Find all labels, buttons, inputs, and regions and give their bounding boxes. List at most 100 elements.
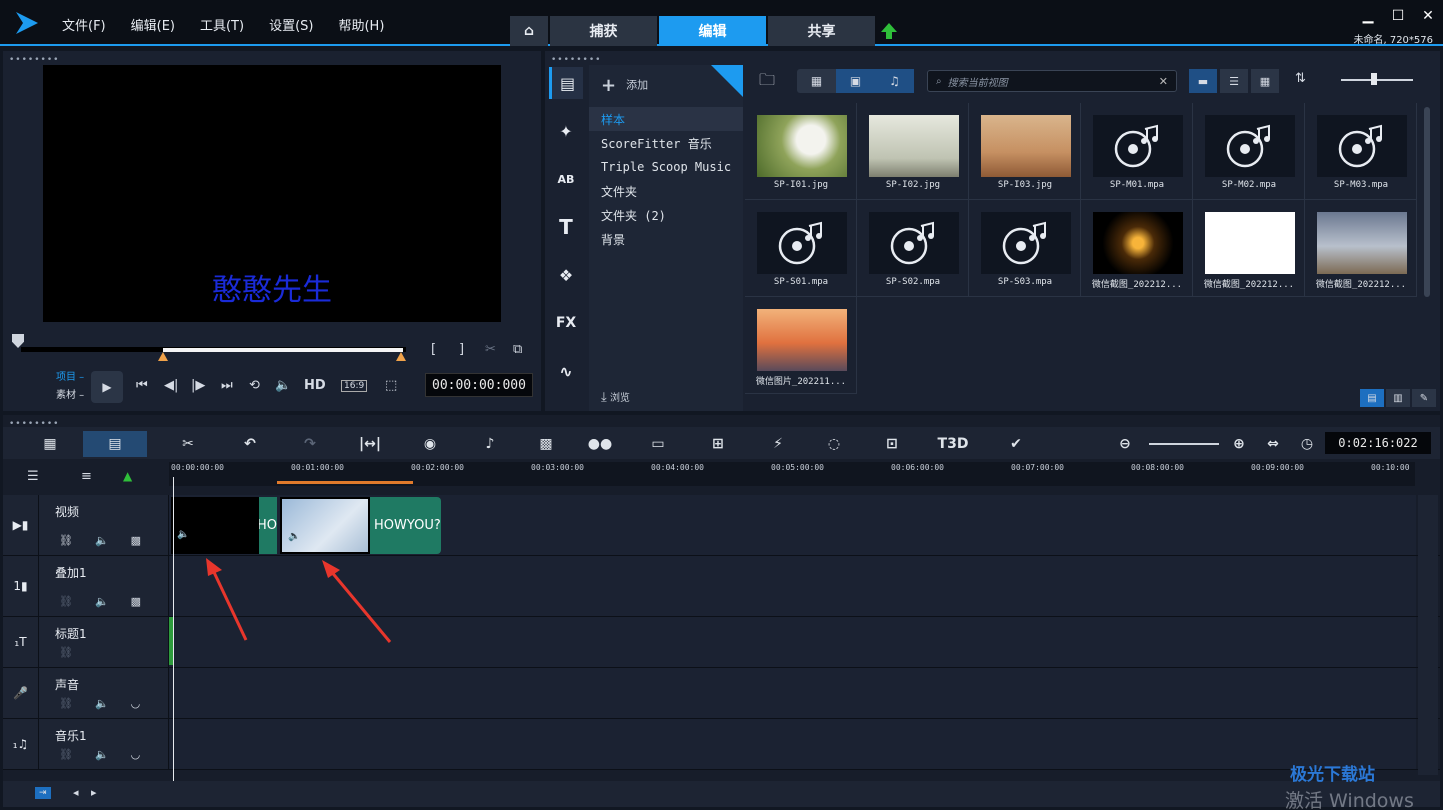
motion-path-icon[interactable]: ∿	[549, 355, 583, 387]
time-ruler[interactable]: 00:00:00:00 00:01:00:00 00:02:00:00 00:0…	[169, 462, 1415, 486]
grid-view-icon[interactable]: ▦	[1251, 69, 1279, 93]
track-body[interactable]	[169, 719, 1416, 769]
pin-icon[interactable]	[711, 65, 743, 97]
link-icon[interactable]: ⛓	[59, 534, 73, 547]
instant-project-icon[interactable]: ✦	[549, 115, 583, 147]
options-panel-icon[interactable]: ▥	[1386, 389, 1410, 407]
pan-zoom-icon[interactable]: ⊡	[879, 431, 905, 457]
timeline-zoom-slider[interactable]	[1149, 443, 1219, 445]
zoom-in-icon[interactable]: ⊕	[1229, 431, 1249, 457]
voice-track-icon[interactable]: 🎤	[3, 668, 39, 718]
timeline-playhead[interactable]	[173, 477, 174, 807]
filter-audio-icon[interactable]: ♫	[875, 69, 914, 93]
folder-item[interactable]: 文件夹	[589, 179, 743, 203]
fit-project-icon[interactable]: ⇔	[1263, 431, 1283, 457]
link-icon[interactable]: ⛓	[59, 646, 73, 659]
media-thumbnail[interactable]: 微信截图_202212...	[1081, 200, 1193, 297]
link-icon[interactable]: ⛓	[59, 697, 73, 710]
browse-button[interactable]: ⤓ 浏览	[601, 389, 630, 405]
media-thumbnail[interactable]: 微信截图_202212...	[1305, 200, 1417, 297]
enlarge-preview-icon[interactable]: ⧉	[513, 342, 522, 357]
filter-photo-icon[interactable]: ▣	[836, 69, 875, 93]
mark-in-handle[interactable]	[158, 352, 168, 361]
clear-search-icon[interactable]: ✕	[1159, 75, 1168, 88]
graphics-category-icon[interactable]: ❖	[549, 259, 583, 291]
tab-edit[interactable]: 编辑	[659, 16, 766, 46]
import-media-icon[interactable]: 🗀	[759, 69, 775, 96]
folder-item[interactable]: 背景	[589, 227, 743, 251]
folder-item[interactable]: 文件夹 (2)	[589, 203, 743, 227]
media-thumbnail[interactable]: SP-I02.jpg	[857, 103, 969, 200]
repeat-icon[interactable]: ⟲	[249, 378, 260, 393]
auto-music-icon[interactable]: ◡	[131, 748, 141, 761]
aspect-ratio-button[interactable]: 16:9	[341, 380, 368, 392]
mute-icon[interactable]: 🔈	[95, 748, 109, 761]
media-thumbnail[interactable]: 微信图片_202211...	[745, 297, 857, 394]
panel-grip[interactable]: ••••••••	[551, 55, 601, 65]
overlay-track-icon[interactable]: 1▮	[3, 556, 39, 616]
transition-category-icon[interactable]: AB	[549, 163, 583, 195]
media-thumbnail[interactable]: SP-M01.mpa	[1081, 103, 1193, 200]
menu-file[interactable]: 文件(F)	[62, 15, 106, 34]
mute-icon[interactable]: 🔈	[95, 697, 109, 710]
redo-icon[interactable]: ↷	[297, 431, 323, 457]
video-clip[interactable]: 🔈	[280, 497, 370, 554]
menu-settings[interactable]: 设置(S)	[269, 15, 313, 34]
media-thumbnail[interactable]: SP-M03.mpa	[1305, 103, 1417, 200]
zoom-out-icon[interactable]: ⊖	[1115, 431, 1135, 457]
go-start-icon[interactable]: ⏮	[136, 378, 148, 393]
track-body[interactable]	[169, 556, 1416, 616]
menu-help[interactable]: 帮助(H)	[338, 15, 384, 34]
thumbnail-view-icon[interactable]: ▬	[1189, 69, 1217, 93]
hd-toggle[interactable]: HD	[304, 378, 326, 393]
next-frame-icon[interactable]: |▶	[191, 378, 205, 393]
track-height-icon[interactable]: ⇥	[35, 787, 51, 799]
library-toggle-icon[interactable]: ▤	[1360, 389, 1384, 407]
track-body[interactable]	[169, 668, 1416, 718]
menu-edit[interactable]: 编辑(E)	[131, 15, 175, 34]
track-body[interactable]	[169, 617, 1416, 667]
panel-grip[interactable]: ••••••••	[9, 55, 59, 65]
preview-timecode[interactable]: 00:00:00:000	[425, 373, 533, 397]
track-manager-icon[interactable]: ☰	[27, 469, 39, 484]
media-thumbnail[interactable]: SP-S03.mpa	[969, 200, 1081, 297]
play-button[interactable]: ▶	[91, 371, 123, 403]
scroll-left-icon[interactable]: ◂	[73, 786, 79, 799]
audio-mixer-icon[interactable]: ♪	[477, 431, 503, 457]
mark-out-handle[interactable]	[396, 352, 406, 361]
edit-options-icon[interactable]: ✎	[1412, 389, 1436, 407]
safe-zone-icon[interactable]: ⬚	[385, 378, 397, 393]
media-thumbnail[interactable]: 微信截图_202212...	[1193, 200, 1305, 297]
minimize-icon[interactable]: ▁	[1353, 8, 1383, 24]
link-icon[interactable]: ⛓	[59, 595, 73, 608]
subtitle-editor-icon[interactable]: ▭	[645, 431, 671, 457]
tab-capture[interactable]: 捕获	[550, 16, 657, 46]
mute-icon[interactable]: 🔈	[95, 595, 109, 608]
media-thumbnail[interactable]: SP-S02.mpa	[857, 200, 969, 297]
mask-creator-icon[interactable]: ◌	[821, 431, 847, 457]
title-clip[interactable]: HO	[259, 497, 277, 554]
media-thumbnail[interactable]: SP-S01.mpa	[745, 200, 857, 297]
media-thumbnail[interactable]: SP-I03.jpg	[969, 103, 1081, 200]
motion-tracking-icon[interactable]: ⚡	[765, 431, 791, 457]
video-track-icon[interactable]: ▶▮	[3, 495, 39, 555]
multicam-icon[interactable]: ▩	[533, 431, 559, 457]
add-chapter-icon[interactable]: ≡	[81, 469, 92, 484]
smart-package-icon[interactable]: ✔	[1003, 431, 1029, 457]
mark-out-bracket-icon[interactable]: ]	[459, 342, 464, 357]
folder-item[interactable]: 样本	[589, 107, 743, 131]
music-track-icon[interactable]: ₁♫	[3, 719, 39, 769]
mark-in-bracket-icon[interactable]: [	[431, 342, 436, 357]
tab-share[interactable]: 共享	[768, 16, 875, 46]
auto-music-icon[interactable]: ◡	[131, 697, 141, 710]
video-clip[interactable]: 🔈	[171, 497, 259, 554]
fit-timeline-icon[interactable]: |↔|	[355, 431, 385, 457]
ripple-icon[interactable]: ▩	[131, 595, 141, 608]
scroll-right-icon[interactable]: ▸	[91, 786, 97, 799]
folder-item[interactable]: ScoreFitter 音乐	[589, 131, 743, 155]
mute-icon[interactable]: 🔈	[95, 534, 109, 547]
title-clip[interactable]: HOWYOU?	[370, 497, 441, 554]
record-capture-icon[interactable]: ◉	[417, 431, 443, 457]
3d-title-icon[interactable]: T3D	[937, 431, 969, 457]
title-track-icon[interactable]: ₁T	[3, 617, 39, 667]
